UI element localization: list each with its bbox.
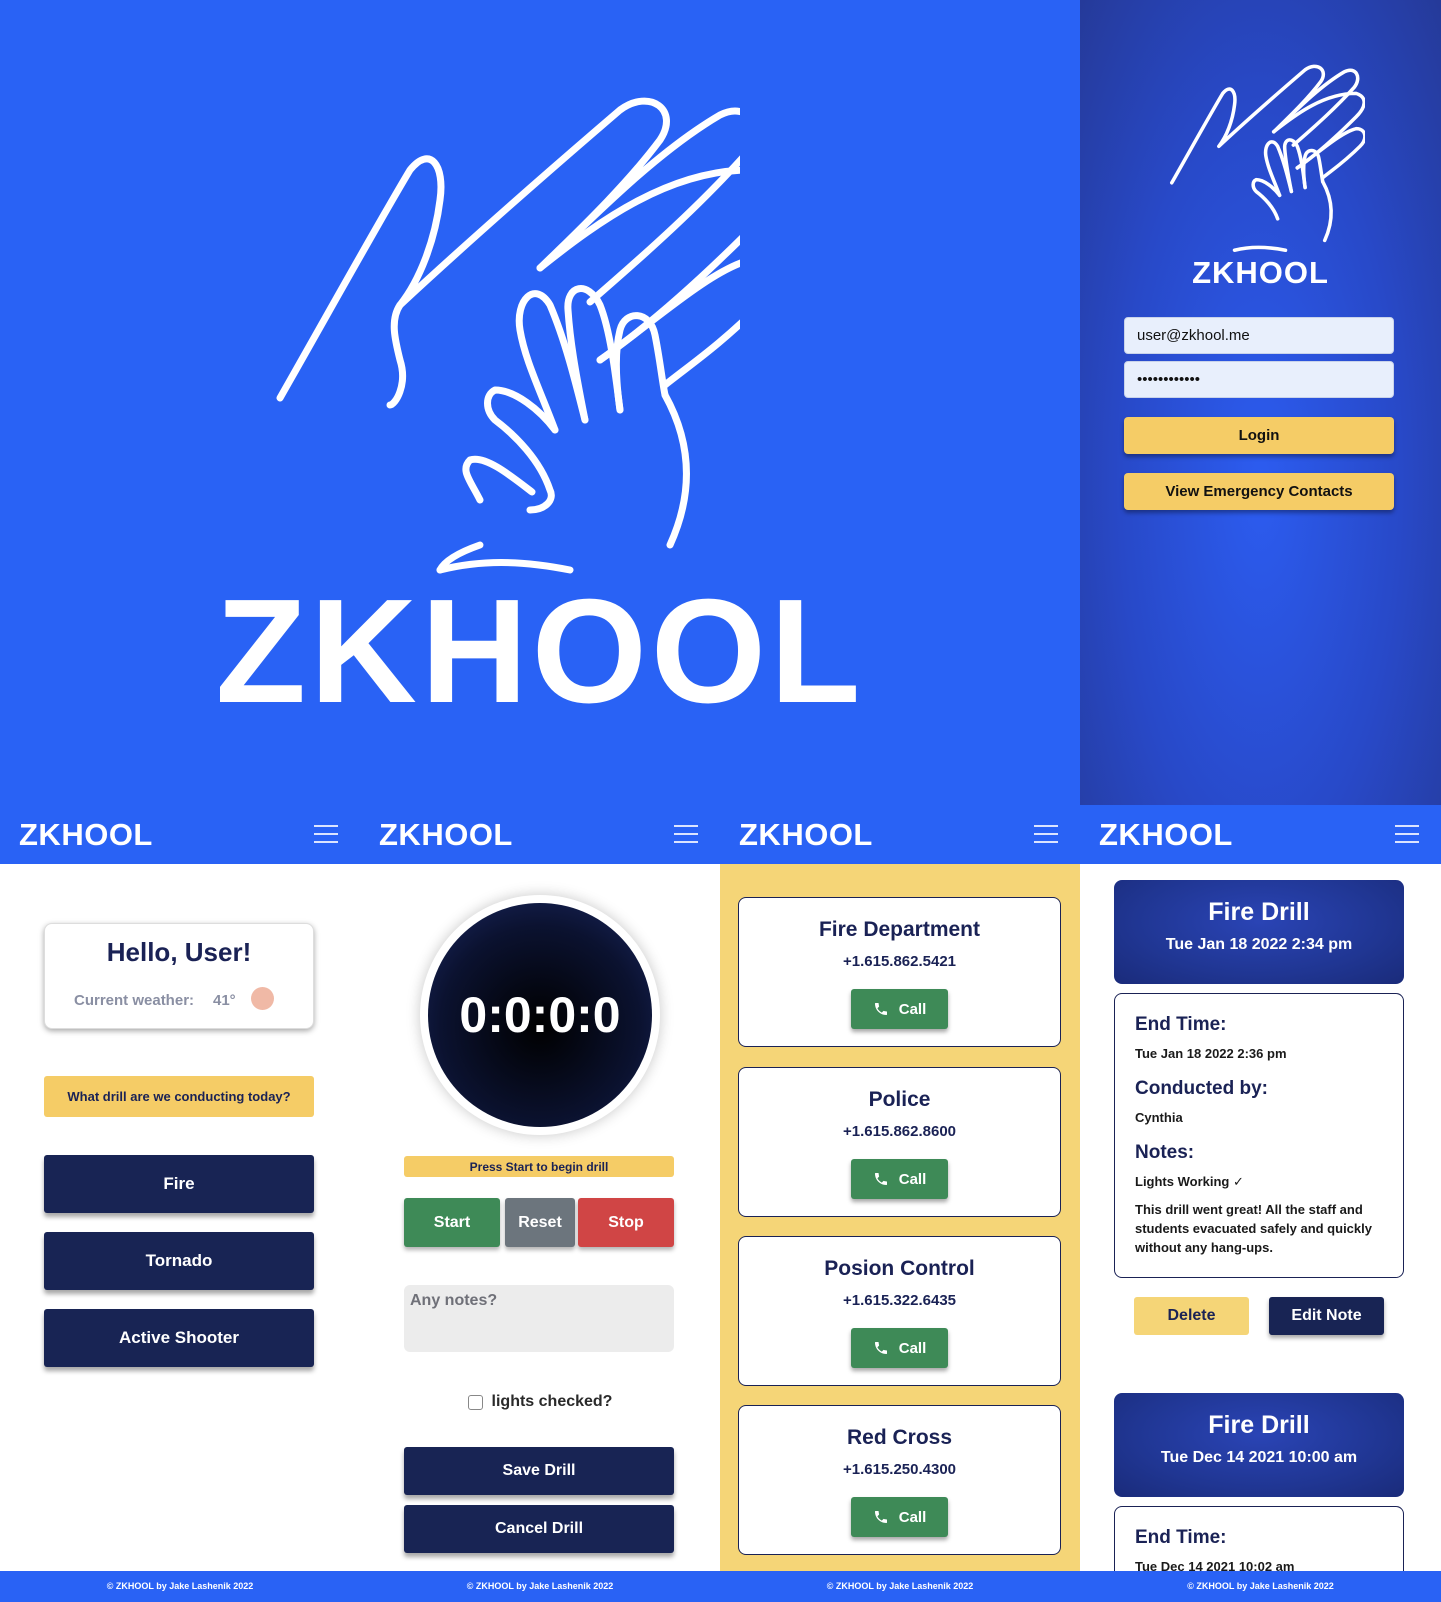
hands-logo-icon — [1170, 64, 1365, 252]
drill-history-screen: ZKHOOL Fire Drill Tue Jan 18 2022 2:34 p… — [1080, 805, 1441, 1602]
call-label: Call — [898, 1170, 927, 1188]
end-time-label: End Time: — [1135, 1527, 1227, 1548]
lights-checked-checkbox[interactable] — [467, 1394, 483, 1410]
delete-button[interactable]: Delete — [1134, 1297, 1249, 1335]
hamburger-menu-icon[interactable] — [674, 825, 698, 844]
call-label: Call — [898, 1000, 927, 1018]
drill-record-title: Fire Drill — [1208, 1411, 1310, 1439]
hero-splash: ZKHOOL — [0, 0, 1080, 805]
home-screen: ZKHOOL Hello, User! Current weather: 41°… — [0, 805, 360, 1602]
lights-checked-row: lights checked? — [360, 1393, 720, 1411]
note-text-line: without any hang-ups. — [1135, 1240, 1273, 1255]
contact-name: Fire Department — [818, 918, 981, 941]
contact-phone: +1.615.862.8600 — [842, 1123, 957, 1140]
start-button[interactable]: Start — [404, 1198, 500, 1247]
greeting-title: Hello, User! — [106, 937, 252, 967]
weather-value: 41° — [213, 992, 236, 1009]
weather-icon — [251, 987, 274, 1010]
contact-card: Fire Department +1.615.862.5421 Call — [738, 897, 1061, 1047]
drill-record-date: Tue Jan 18 2022 2:34 pm — [1165, 936, 1353, 953]
login-button[interactable]: Login — [1124, 417, 1394, 454]
navbar: ZKHOOL — [0, 805, 360, 864]
tornado-drill-button[interactable]: Tornado — [44, 1232, 314, 1290]
phone-icon — [874, 1511, 887, 1523]
active-shooter-drill-button[interactable]: Active Shooter — [44, 1309, 314, 1367]
nav-brand[interactable]: ZKHOOL — [739, 817, 873, 853]
stop-button[interactable]: Stop — [578, 1198, 674, 1247]
drill-record-header: Fire Drill Tue Dec 14 2021 10:00 am — [1114, 1393, 1404, 1497]
hands-logo-icon — [276, 97, 740, 574]
hero-brand-title: ZKHOOL — [215, 569, 865, 734]
cancel-drill-button[interactable]: Cancel Drill — [404, 1505, 674, 1553]
navbar: ZKHOOL — [1080, 805, 1441, 864]
fire-drill-button[interactable]: Fire — [44, 1155, 314, 1213]
conducted-by-value: Cynthia — [1135, 1110, 1183, 1125]
login-panel: ZKHOOL user@zkhool.me •••••••••••• Login… — [1080, 0, 1441, 805]
call-button[interactable]: Call — [851, 1497, 948, 1537]
contact-card: Posion Control +1.615.322.6435 Call — [738, 1236, 1061, 1386]
conducted-by-label: Conducted by: — [1135, 1078, 1268, 1099]
drill-record-details: End Time: Tue Jan 18 2022 2:36 pm Conduc… — [1114, 993, 1404, 1278]
phone-icon — [874, 1003, 887, 1015]
password-field[interactable]: •••••••••••• — [1124, 361, 1394, 398]
call-button[interactable]: Call — [851, 1328, 948, 1368]
footer: © ZKHOOL by Jake Lashenik 2022 — [1080, 1571, 1441, 1602]
greeting-card: Hello, User! Current weather: 41° — [44, 923, 314, 1029]
hamburger-menu-icon[interactable] — [1034, 825, 1058, 844]
view-emergency-contacts-button[interactable]: View Emergency Contacts — [1124, 473, 1394, 510]
notes-label: Notes: — [1135, 1142, 1195, 1163]
drill-record-title: Fire Drill — [1208, 898, 1310, 926]
contact-name: Posion Control — [824, 1257, 975, 1280]
navbar: ZKHOOL — [720, 805, 1080, 864]
note-text-line: This drill went great! All the staff and — [1135, 1202, 1363, 1217]
drill-timer-screen: ZKHOOL 0:0:0:0 Press Start to begin dril… — [360, 805, 720, 1602]
notes-textarea[interactable]: Any notes? — [404, 1285, 674, 1352]
contacts-list: Fire Department +1.615.862.5421 Call Pol… — [720, 864, 1080, 1571]
timer-ring: 0:0:0:0 — [420, 895, 660, 1135]
phone-icon — [874, 1173, 887, 1185]
footer: © ZKHOOL by Jake Lashenik 2022 — [0, 1571, 360, 1602]
call-button[interactable]: Call — [851, 989, 948, 1029]
login-brand-title: ZKHOOL — [1192, 255, 1329, 290]
contact-phone: +1.615.862.5421 — [842, 953, 957, 970]
end-time-label: End Time: — [1135, 1014, 1227, 1035]
checklist-value: Lights Working ✓ — [1135, 1174, 1244, 1189]
footer: © ZKHOOL by Jake Lashenik 2022 — [720, 1571, 1080, 1602]
call-label: Call — [898, 1339, 927, 1357]
edit-note-button[interactable]: Edit Note — [1269, 1297, 1384, 1335]
footer: © ZKHOOL by Jake Lashenik 2022 — [360, 1571, 720, 1602]
email-field[interactable]: user@zkhool.me — [1124, 317, 1394, 354]
drill-status-banner: Press Start to begin drill — [404, 1156, 674, 1177]
drill-question-banner: What drill are we conducting today? — [44, 1076, 314, 1117]
nav-brand[interactable]: ZKHOOL — [379, 817, 513, 853]
contact-name: Red Cross — [846, 1426, 953, 1449]
contact-card: Red Cross +1.615.250.4300 Call — [738, 1405, 1061, 1555]
note-text-line: students evacuated safely and quickly — [1135, 1221, 1372, 1236]
phone-icon — [874, 1342, 887, 1354]
drill-record-date: Tue Dec 14 2021 10:00 am — [1160, 1449, 1358, 1466]
navbar: ZKHOOL — [360, 805, 720, 864]
end-time-value: Tue Jan 18 2022 2:36 pm — [1135, 1046, 1287, 1061]
contact-name: Police — [868, 1088, 931, 1111]
lights-checked-label: lights checked? — [491, 1393, 613, 1410]
weather-label: Current weather: — [74, 992, 195, 1009]
nav-brand[interactable]: ZKHOOL — [1099, 817, 1233, 853]
hamburger-menu-icon[interactable] — [1395, 825, 1419, 844]
reset-button[interactable]: Reset — [505, 1198, 575, 1247]
contact-phone: +1.615.322.6435 — [842, 1292, 957, 1309]
hamburger-menu-icon[interactable] — [314, 825, 338, 844]
save-drill-button[interactable]: Save Drill — [404, 1447, 674, 1495]
emergency-contacts-screen: ZKHOOL Fire Department +1.615.862.5421 C… — [720, 805, 1080, 1602]
timer-display: 0:0:0:0 — [428, 903, 652, 1127]
nav-brand[interactable]: ZKHOOL — [19, 817, 153, 853]
contact-card: Police +1.615.862.8600 Call — [738, 1067, 1061, 1217]
call-button[interactable]: Call — [851, 1159, 948, 1199]
drill-record-header: Fire Drill Tue Jan 18 2022 2:34 pm — [1114, 880, 1404, 984]
contact-phone: +1.615.250.4300 — [842, 1461, 957, 1478]
call-label: Call — [898, 1508, 927, 1526]
